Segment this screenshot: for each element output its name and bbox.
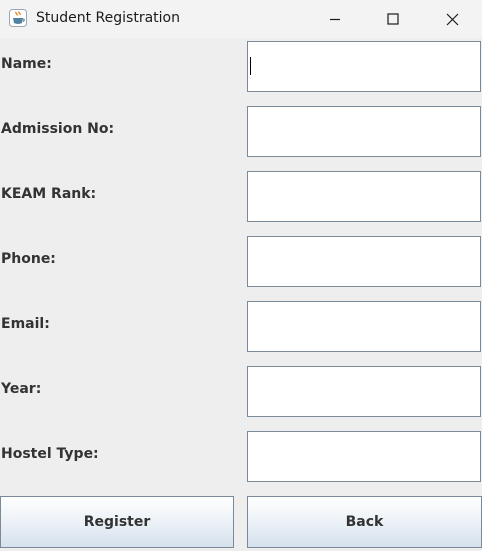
- text-caret: [250, 57, 251, 75]
- maximize-button[interactable]: [364, 0, 422, 38]
- back-button[interactable]: Back: [247, 496, 482, 548]
- name-row: Name:: [0, 38, 482, 92]
- admission-no-row: Admission No:: [0, 103, 482, 157]
- email-row: Email:: [0, 298, 482, 352]
- minimize-icon: [330, 18, 340, 21]
- name-label: Name:: [1, 56, 52, 72]
- phone-row: Phone:: [0, 233, 482, 287]
- phone-label: Phone:: [1, 251, 56, 267]
- name-input[interactable]: [247, 41, 481, 92]
- keam-rank-label: KEAM Rank:: [1, 186, 97, 202]
- year-input[interactable]: [247, 366, 481, 417]
- register-button[interactable]: Register: [0, 496, 234, 548]
- registration-form: Name: Admission No: KEAM Rank: Phone: Em…: [0, 38, 482, 551]
- title-bar[interactable]: Student Registration: [0, 0, 482, 38]
- hostel-type-input[interactable]: [247, 431, 481, 482]
- email-input[interactable]: [247, 301, 481, 352]
- year-row: Year:: [0, 363, 482, 417]
- java-cup-icon: [9, 9, 27, 27]
- close-icon: [446, 13, 458, 25]
- year-label: Year:: [1, 381, 42, 397]
- minimize-button[interactable]: [306, 0, 364, 38]
- admission-no-label: Admission No:: [1, 121, 115, 137]
- window-title: Student Registration: [36, 10, 180, 26]
- hostel-type-label: Hostel Type:: [1, 446, 99, 462]
- registration-window: Student Registration Name: Admission No:: [0, 0, 482, 551]
- email-label: Email:: [1, 316, 50, 332]
- keam-rank-input[interactable]: [247, 171, 481, 222]
- close-button[interactable]: [423, 0, 481, 38]
- maximize-icon: [387, 13, 399, 25]
- phone-input[interactable]: [247, 236, 481, 287]
- admission-no-input[interactable]: [247, 106, 481, 157]
- keam-rank-row: KEAM Rank:: [0, 168, 482, 222]
- hostel-type-row: Hostel Type:: [0, 428, 482, 482]
